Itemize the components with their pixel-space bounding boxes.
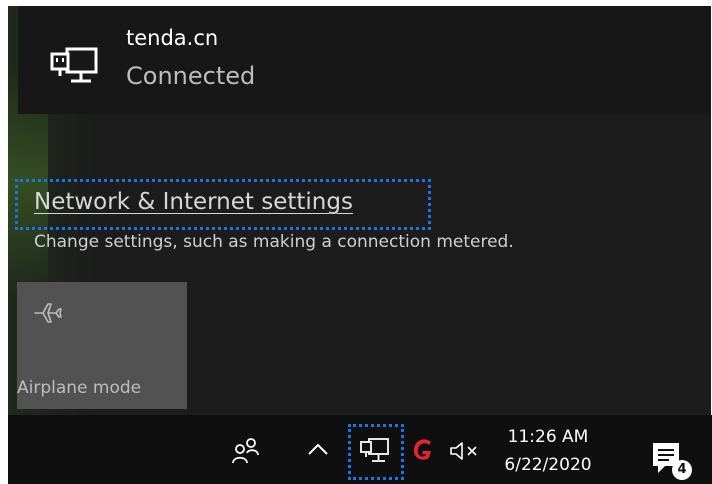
taskbar: 11:26 AM 6/22/2020 4 — [8, 415, 712, 484]
ethernet-monitor-icon — [50, 47, 98, 83]
network-list-item[interactable]: tenda.cn Connected — [18, 6, 711, 114]
network-internet-settings-link[interactable]: Network & Internet settings — [34, 189, 353, 215]
people-icon[interactable] — [230, 435, 260, 465]
clock-date[interactable]: 6/22/2020 — [498, 455, 598, 475]
screen: tenda.cn Connected Network & Internet se… — [0, 0, 712, 484]
g-app-icon[interactable] — [408, 435, 438, 465]
ethernet-monitor-icon[interactable] — [359, 436, 391, 466]
network-flyout: tenda.cn Connected Network & Internet se… — [8, 6, 711, 415]
network-status: Connected — [126, 62, 256, 90]
settings-description: Change settings, such as making a connec… — [34, 232, 514, 252]
chevron-up-icon[interactable] — [306, 437, 330, 461]
network-name: tenda.cn — [126, 26, 219, 50]
speaker-muted-icon[interactable] — [448, 439, 482, 463]
airplane-mode-label: Airplane mode — [17, 378, 142, 398]
airplane-mode-tile[interactable]: Airplane mode — [17, 282, 187, 409]
notification-count-badge: 4 — [672, 460, 692, 480]
airplane-icon — [34, 303, 62, 323]
clock-time[interactable]: 11:26 AM — [498, 427, 598, 447]
